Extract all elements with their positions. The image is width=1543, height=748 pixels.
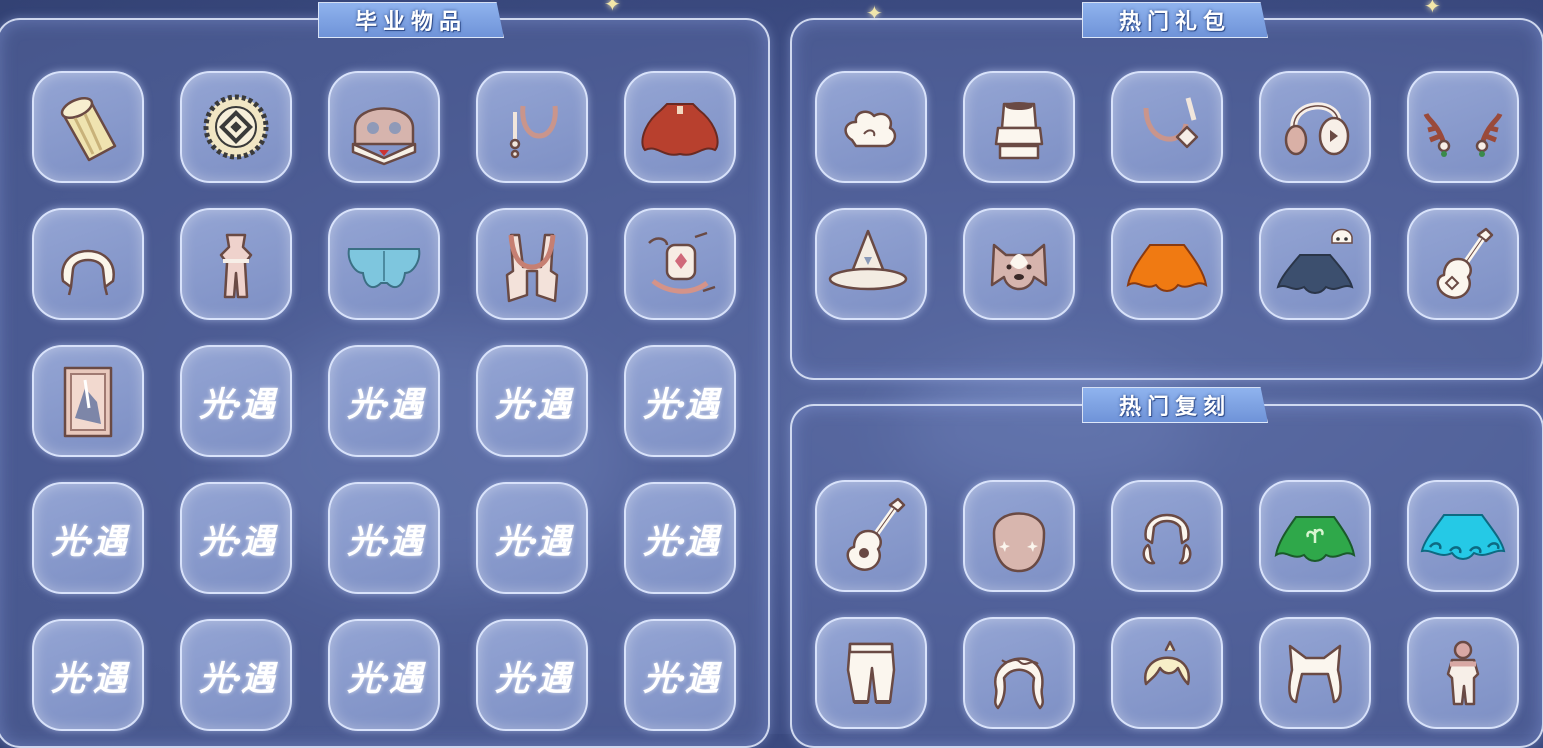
fur-hat-icon [976,84,1062,170]
pendant-icon [1124,84,1210,170]
graduation-item-slot[interactable]: 光·遇 [624,619,736,731]
sky-logo-placeholder-icon: 光·遇 [643,384,719,425]
outfit-icon [193,221,279,307]
star-icon: ✦ [604,0,621,16]
graduation-item-slot[interactable] [476,71,588,183]
spirit-prop-icon [637,221,723,307]
pigtail-hair-icon [1124,493,1210,579]
gift-item-slot[interactable] [1111,208,1223,320]
graduation-item-slot[interactable]: 光·遇 [624,345,736,457]
graduation-item-slot[interactable]: 光·遇 [328,619,440,731]
graduation-item-slot[interactable]: 光·遇 [180,482,292,594]
guitar-icon [1420,221,1506,307]
necklace-icon [489,84,575,170]
graduation-item-slot[interactable] [180,208,292,320]
rerun-item-slot[interactable] [963,617,1075,729]
rerun-item-slot[interactable] [1259,480,1371,592]
blush-mask-icon [976,493,1062,579]
dark-cape-icon [1272,221,1358,307]
sky-logo-placeholder-icon: 光·遇 [495,521,571,562]
rerun-item-slot[interactable] [963,480,1075,592]
rerun-item-slot[interactable] [1407,480,1519,592]
graduation-item-slot[interactable]: 光·遇 [624,482,736,594]
gift-item-slot[interactable] [1407,71,1519,183]
mask-icon [341,84,427,170]
doll-outfit-icon [1420,630,1506,716]
graduation-item-slot[interactable] [624,71,736,183]
antlers-icon [1420,84,1506,170]
butterfly-cape-icon [341,221,427,307]
gift-item-slot[interactable] [1259,71,1371,183]
ukulele-icon [828,493,914,579]
cat-hair-icon [1272,630,1358,716]
witch-hat-icon [828,221,914,307]
red-cape-icon [637,84,723,170]
orange-cape-icon [1124,221,1210,307]
gift-item-slot[interactable] [1407,208,1519,320]
graduation-item-slot[interactable]: 光·遇 [476,345,588,457]
scarf-cape-icon [489,221,575,307]
rerun-item-slot[interactable] [1259,617,1371,729]
graduation-items-title: 毕业物品 [318,2,504,38]
green-cape-icon [1272,493,1358,579]
graduation-item-slot[interactable]: 光·遇 [476,619,588,731]
painting-icon [45,358,131,444]
graduation-item-slot[interactable] [476,208,588,320]
star-icon: ✦ [1424,0,1441,18]
sky-logo-placeholder-icon: 光·遇 [347,384,423,425]
drum-icon [45,84,131,170]
graduation-item-slot[interactable] [32,345,144,457]
sky-logo-placeholder-icon: 光·遇 [199,521,275,562]
rerun-item-slot[interactable] [1407,617,1519,729]
curly-hair-icon [976,630,1062,716]
rerun-item-slot[interactable] [1111,480,1223,592]
graduation-item-slot[interactable]: 光·遇 [476,482,588,594]
sky-logo-placeholder-icon: 光·遇 [643,658,719,699]
graduation-item-slot[interactable] [32,71,144,183]
gift-item-slot[interactable] [1111,71,1223,183]
graduation-item-slot[interactable]: 光·遇 [32,482,144,594]
rerun-item-slot[interactable] [1111,617,1223,729]
medallion-icon [193,84,279,170]
graduation-item-slot[interactable] [32,208,144,320]
sky-logo-placeholder-icon: 光·遇 [347,521,423,562]
graduation-item-slot[interactable]: 光·遇 [328,482,440,594]
graduation-item-slot[interactable]: 光·遇 [180,619,292,731]
gift-item-slot[interactable] [963,71,1075,183]
graduation-item-slot[interactable]: 光·遇 [32,619,144,731]
hot-gifts-title: 热门礼包 [1082,2,1268,38]
hot-reruns-title: 热门复刻 [1082,387,1268,423]
sky-logo-placeholder-icon: 光·遇 [495,384,571,425]
gift-item-slot[interactable] [963,208,1075,320]
sky-logo-placeholder-icon: 光·遇 [643,521,719,562]
graduation-item-slot[interactable] [624,208,736,320]
gift-item-slot[interactable] [815,71,927,183]
sky-logo-placeholder-icon: 光·遇 [51,658,127,699]
graduation-item-slot[interactable]: 光·遇 [180,345,292,457]
graduation-item-slot[interactable] [328,208,440,320]
dog-mask-icon [976,221,1062,307]
pants-icon [828,630,914,716]
cloud-hair-icon [828,84,914,170]
gift-item-slot[interactable] [1259,208,1371,320]
graduation-item-slot[interactable] [180,71,292,183]
graduation-item-slot[interactable] [328,71,440,183]
hood-hair-icon [45,221,131,307]
headphones-icon [1272,84,1358,170]
graduation-item-slot[interactable]: 光·遇 [328,345,440,457]
sky-logo-placeholder-icon: 光·遇 [51,521,127,562]
rerun-item-slot[interactable] [815,617,927,729]
sky-logo-placeholder-icon: 光·遇 [199,658,275,699]
short-hair-icon [1124,630,1210,716]
cyan-cape-icon [1420,493,1506,579]
rerun-item-slot[interactable] [815,480,927,592]
sky-logo-placeholder-icon: 光·遇 [347,658,423,699]
sky-logo-placeholder-icon: 光·遇 [495,658,571,699]
gift-item-slot[interactable] [815,208,927,320]
sky-logo-placeholder-icon: 光·遇 [199,384,275,425]
